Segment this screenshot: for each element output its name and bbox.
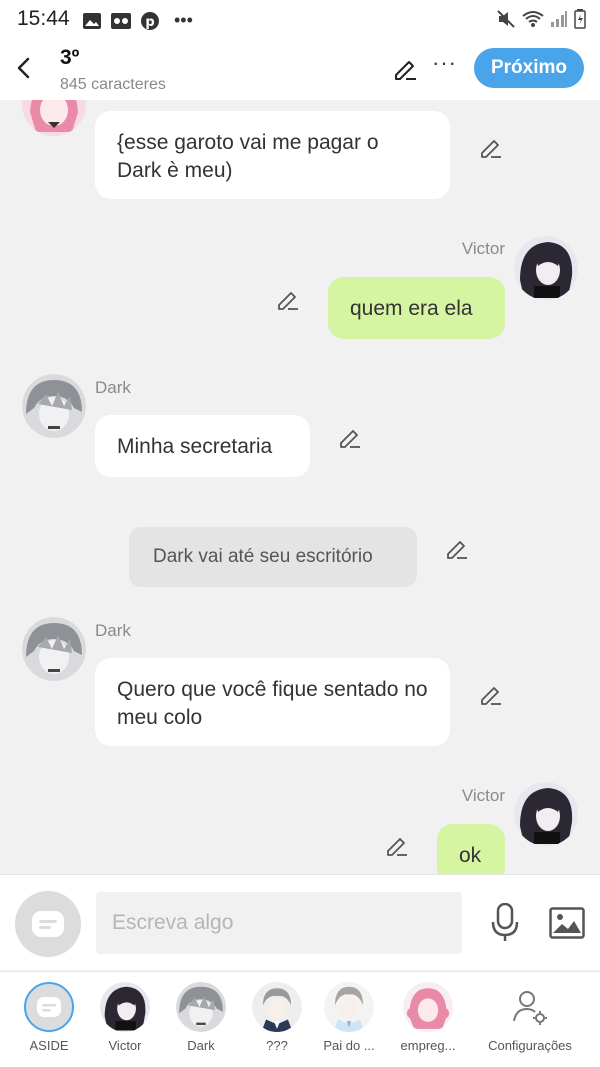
image-icon	[549, 907, 585, 939]
nav-item-dark[interactable]: Dark	[161, 982, 241, 1053]
avatar[interactable]	[22, 100, 86, 136]
avatar[interactable]	[514, 236, 578, 300]
narration-toggle-button[interactable]	[15, 891, 81, 957]
nav-item-settings[interactable]: Configurações	[480, 982, 580, 1053]
nav-label: Configurações	[488, 1038, 572, 1053]
message-text: Minha secretaria	[117, 435, 273, 458]
message-bubble[interactable]: Minha secretaria	[95, 415, 310, 477]
avatar[interactable]	[514, 782, 578, 846]
narration-bubble[interactable]: Dark vai até seu escritório	[129, 527, 417, 587]
sender-name: Victor	[461, 786, 505, 805]
chat-area[interactable]: {esse garoto vai me pagar o Dark è meu) …	[0, 100, 600, 874]
message-input[interactable]	[96, 892, 462, 954]
character-bar: ASIDE Victor Dark ??? Pai do ... empreg.…	[0, 971, 600, 1067]
message-icon	[32, 911, 64, 937]
nav-label: Victor	[108, 1038, 142, 1053]
microphone-icon	[491, 902, 519, 941]
message-text: Quero que você fique sentado no meu colo	[117, 678, 428, 729]
avatar	[324, 982, 374, 1032]
wifi-icon	[522, 11, 544, 27]
settings-icon-wrap	[505, 982, 555, 1032]
nav-label: Dark	[187, 1038, 215, 1053]
sender-name: Victor	[461, 239, 505, 258]
sender-name: Dark	[95, 378, 131, 397]
status-bar: 15:44 p •••	[0, 0, 600, 38]
message-text: {esse garoto vai me pagar o Dark è meu)	[117, 131, 379, 182]
avatar	[252, 982, 302, 1032]
character-count: 845 caracteres	[60, 76, 166, 93]
story-title: 3º	[60, 46, 80, 69]
message-text: quem era ela	[350, 297, 473, 320]
edit-message-icon[interactable]	[479, 136, 503, 160]
narration-text: Dark vai até seu escritório	[153, 546, 373, 567]
nav-item-victor[interactable]: Victor	[85, 982, 165, 1053]
nav-label: ???	[266, 1038, 288, 1053]
image-button[interactable]	[549, 907, 585, 944]
avatar	[100, 982, 150, 1032]
aside-avatar	[24, 982, 74, 1032]
edit-message-icon[interactable]	[338, 426, 362, 450]
gallery-icon	[83, 12, 101, 29]
nav-item-unknown[interactable]: ???	[237, 982, 317, 1053]
more-notifications-icon: •••	[174, 10, 193, 30]
composer-bar	[0, 874, 600, 970]
avatar	[403, 982, 453, 1032]
message-bubble[interactable]: ok	[437, 824, 505, 874]
nav-label: ASIDE	[29, 1038, 69, 1053]
svg-text:p: p	[145, 15, 154, 30]
back-button[interactable]	[12, 54, 36, 82]
edit-message-icon[interactable]	[479, 683, 503, 707]
message-bubble[interactable]: quem era ela	[328, 277, 505, 339]
pinterest-icon: p	[141, 11, 159, 30]
message-icon	[37, 997, 61, 1017]
voicemail-icon	[111, 12, 131, 29]
pencil-icon	[395, 61, 416, 80]
next-button[interactable]: Próximo	[474, 48, 584, 88]
edit-message-icon[interactable]	[445, 537, 469, 561]
nav-item-pai[interactable]: Pai do ...	[309, 982, 389, 1053]
avatar[interactable]	[22, 617, 86, 681]
nav-item-aside[interactable]: ASIDE	[9, 982, 89, 1053]
mute-icon	[497, 10, 515, 28]
edit-title-button[interactable]	[392, 55, 418, 86]
message-bubble[interactable]: Quero que você fique sentado no meu colo	[95, 658, 450, 746]
status-time: 15:44	[17, 7, 70, 30]
avatar[interactable]	[22, 374, 86, 438]
battery-icon	[574, 9, 586, 29]
avatar	[176, 982, 226, 1032]
signal-icon	[551, 11, 567, 27]
message-text: ok	[459, 844, 482, 867]
chevron-left-icon	[17, 57, 30, 79]
message-bubble[interactable]: {esse garoto vai me pagar o Dark è meu)	[95, 111, 450, 199]
nav-label: Pai do ...	[323, 1038, 375, 1053]
edit-message-icon[interactable]	[385, 834, 409, 858]
more-options-button[interactable]: ···	[432, 50, 457, 76]
chat-header: 3º 845 caracteres ··· Próximo	[0, 38, 600, 100]
nav-item-empregada[interactable]: empreg...	[388, 982, 468, 1053]
nav-label: empreg...	[400, 1038, 456, 1053]
edit-message-icon[interactable]	[276, 288, 300, 312]
user-settings-icon	[513, 991, 547, 1025]
voice-button[interactable]	[490, 902, 520, 948]
sender-name: Dark	[95, 621, 131, 640]
